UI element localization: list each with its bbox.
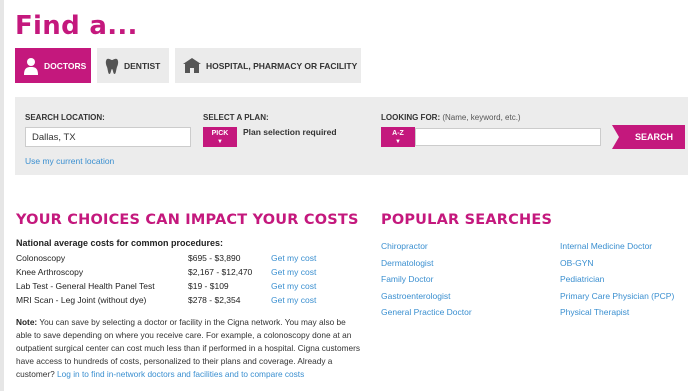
search-panel: SEARCH LOCATION: Use my current location… <box>15 97 688 175</box>
page-title: Find a... <box>15 11 138 41</box>
cost-row: Knee Arthroscopy $2,167 - $12,470 Get my… <box>16 267 346 279</box>
tab-dentist[interactable]: DENTIST <box>97 48 169 83</box>
page-edge <box>0 0 4 391</box>
get-my-cost-link[interactable]: Get my cost <box>271 267 316 277</box>
a-z-button[interactable]: A-Z ▼ <box>381 127 415 147</box>
doctor-icon <box>24 57 38 75</box>
popular-search-link[interactable]: OB-GYN <box>560 258 594 268</box>
savings-note: Note: You can save by selecting a doctor… <box>16 316 361 381</box>
popular-search-link[interactable]: General Practice Doctor <box>381 307 472 317</box>
chevron-down-icon: ▼ <box>217 139 223 145</box>
cost-row: Lab Test - General Health Panel Test $19… <box>16 281 346 293</box>
hospital-icon <box>183 58 201 73</box>
popular-searches-title: POPULAR SEARCHES <box>381 212 553 228</box>
tab-doctors[interactable]: DOCTORS <box>15 48 91 83</box>
pick-plan-button-label: PICK <box>211 130 229 137</box>
select-plan-label: SELECT A PLAN: <box>203 113 269 122</box>
cost-range: $278 - $2,354 <box>188 295 241 305</box>
cost-range: $2,167 - $12,470 <box>188 267 253 277</box>
popular-search-link[interactable]: Dermatologist <box>381 258 433 268</box>
cost-range: $695 - $3,890 <box>188 253 241 263</box>
cost-row: MRI Scan - Leg Joint (without dye) $278 … <box>16 295 346 307</box>
use-current-location-link[interactable]: Use my current location <box>25 156 114 166</box>
tab-hospital-label: HOSPITAL, PHARMACY OR FACILITY <box>206 60 358 71</box>
popular-search-link[interactable]: Gastroenterologist <box>381 291 450 301</box>
procedure-name: MRI Scan - Leg Joint (without dye) <box>16 295 147 305</box>
costs-section-title: YOUR CHOICES CAN IMPACT YOUR COSTS <box>16 212 359 228</box>
search-location-input[interactable] <box>25 127 191 147</box>
tooth-icon <box>105 58 119 74</box>
procedure-name: Colonoscopy <box>16 253 66 263</box>
get-my-cost-link[interactable]: Get my cost <box>271 281 316 291</box>
get-my-cost-link[interactable]: Get my cost <box>271 253 316 263</box>
chevron-down-icon: ▼ <box>395 139 401 145</box>
procedure-name: Knee Arthroscopy <box>16 267 84 277</box>
popular-search-link[interactable]: Chiropractor <box>381 241 428 251</box>
popular-search-link[interactable]: Family Doctor <box>381 274 433 284</box>
popular-search-link[interactable]: Internal Medicine Doctor <box>560 241 652 251</box>
tab-hospital-pharmacy-facility[interactable]: HOSPITAL, PHARMACY OR FACILITY <box>175 48 361 83</box>
popular-search-link[interactable]: Primary Care Physician (PCP) <box>560 291 674 301</box>
popular-search-link[interactable]: Pediatrician <box>560 274 604 284</box>
procedure-name: Lab Test - General Health Panel Test <box>16 281 155 291</box>
pick-plan-button[interactable]: PICK ▼ <box>203 127 237 147</box>
looking-for-label: LOOKING FOR: (Name, keyword, etc.) <box>381 113 521 122</box>
looking-for-input[interactable] <box>415 128 601 146</box>
cost-row: Colonoscopy $695 - $3,890 Get my cost <box>16 253 346 265</box>
search-button[interactable]: SEARCH <box>612 125 685 149</box>
cost-range: $19 - $109 <box>188 281 229 291</box>
looking-for-label-text: LOOKING FOR: <box>381 113 441 122</box>
tab-dentist-label: DENTIST <box>124 60 161 71</box>
note-label: Note: <box>16 317 38 327</box>
costs-subtitle: National average costs for common proced… <box>16 238 224 248</box>
search-location-label: SEARCH LOCATION: <box>25 113 105 122</box>
looking-for-hint: (Name, keyword, etc.) <box>442 113 521 122</box>
popular-search-link[interactable]: Physical Therapist <box>560 307 629 317</box>
login-link[interactable]: Log in to find in-network doctors and fa… <box>57 369 304 379</box>
get-my-cost-link[interactable]: Get my cost <box>271 295 316 305</box>
plan-status-text: Plan selection required <box>243 127 337 137</box>
tab-doctors-label: DOCTORS <box>44 60 87 71</box>
a-z-button-label: A-Z <box>392 130 404 137</box>
